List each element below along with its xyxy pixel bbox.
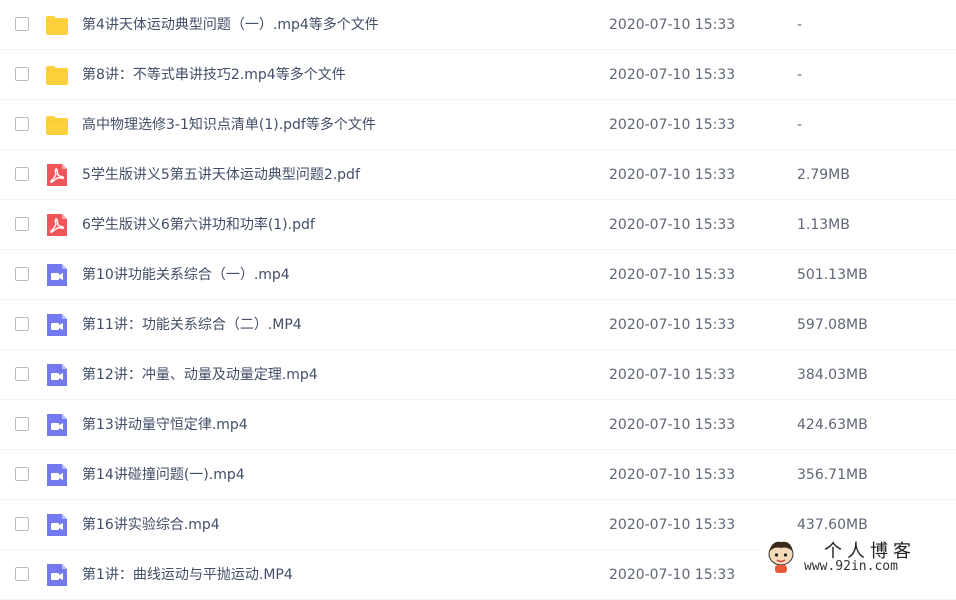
modified-time: 2020-07-10 15:33 xyxy=(609,417,736,433)
file-row[interactable]: 高中物理选修3-1知识点清单(1).pdf等多个文件 2020-07-10 15:… xyxy=(0,100,956,150)
file-name-link[interactable]: 第14讲碰撞问题(一).mp4 xyxy=(82,450,245,500)
pdf-file-icon xyxy=(45,163,69,187)
modified-time: 2020-07-10 15:33 xyxy=(609,267,736,283)
file-row[interactable]: 6学生版讲义6第六讲功和功率(1).pdf 2020-07-10 15:33 1.1… xyxy=(0,200,956,250)
file-size: 424.63MB xyxy=(797,417,868,433)
folder-icon xyxy=(45,113,69,137)
file-name-link[interactable]: 第12讲：冲量、动量及动量定理.mp4 xyxy=(82,350,318,400)
modified-time: 2020-07-10 15:33 xyxy=(609,167,736,183)
file-size: 597.08MB xyxy=(797,317,868,333)
file-size: 501.13MB xyxy=(797,267,868,283)
file-row[interactable]: 第13讲动量守恒定律.mp4 2020-07-10 15:33 424.63MB xyxy=(0,400,956,450)
file-row[interactable]: 第11讲：功能关系综合（二）.MP4 2020-07-10 15:33 597.08… xyxy=(0,300,956,350)
select-checkbox[interactable] xyxy=(15,467,29,481)
folder-icon xyxy=(45,63,69,87)
select-checkbox[interactable] xyxy=(15,417,29,431)
file-name-link[interactable]: 5学生版讲义5第五讲天体运动典型问题2.pdf xyxy=(82,150,360,200)
select-checkbox[interactable] xyxy=(15,117,29,131)
select-checkbox[interactable] xyxy=(15,267,29,281)
select-checkbox[interactable] xyxy=(15,317,29,331)
select-checkbox[interactable] xyxy=(15,367,29,381)
file-name-link[interactable]: 第8讲：不等式串讲技巧2.mp4等多个文件 xyxy=(82,50,346,100)
select-checkbox[interactable] xyxy=(15,517,29,531)
pdf-file-icon xyxy=(45,213,69,237)
file-size: 2.79MB xyxy=(797,167,850,183)
file-size: 356.71MB xyxy=(797,467,868,483)
file-row[interactable]: 第8讲：不等式串讲技巧2.mp4等多个文件 2020-07-10 15:33 - xyxy=(0,50,956,100)
modified-time: 2020-07-10 15:33 xyxy=(609,17,736,33)
file-name-link[interactable]: 第16讲实验综合.mp4 xyxy=(82,500,220,550)
select-checkbox[interactable] xyxy=(15,567,29,581)
file-size: - xyxy=(797,117,803,133)
video-file-icon xyxy=(45,363,69,387)
select-checkbox[interactable] xyxy=(15,67,29,81)
file-size: 384.03MB xyxy=(797,367,868,383)
file-row[interactable]: 第14讲碰撞问题(一).mp4 2020-07-10 15:33 356.71MB xyxy=(0,450,956,500)
modified-time: 2020-07-10 15:33 xyxy=(609,117,736,133)
file-list: 第4讲天体运动典型问题（一）.mp4等多个文件 2020-07-10 15:33 -… xyxy=(0,0,956,600)
modified-time: 2020-07-10 15:33 xyxy=(609,467,736,483)
select-checkbox[interactable] xyxy=(15,17,29,31)
modified-time: 2020-07-10 15:33 xyxy=(609,567,736,583)
select-checkbox[interactable] xyxy=(15,217,29,231)
file-row[interactable]: 第12讲：冲量、动量及动量定理.mp4 2020-07-10 15:33 384.0… xyxy=(0,350,956,400)
file-name-link[interactable]: 第10讲功能关系综合（一）.mp4 xyxy=(82,250,290,300)
file-name-link[interactable]: 第1讲：曲线运动与平抛运动.MP4 xyxy=(82,550,293,600)
video-file-icon xyxy=(45,413,69,437)
file-size: - xyxy=(797,17,803,33)
site-watermark: 个人博客 www.92in.com xyxy=(760,536,956,578)
folder-icon xyxy=(45,13,69,37)
modified-time: 2020-07-10 15:33 xyxy=(609,317,736,333)
modified-time: 2020-07-10 15:33 xyxy=(609,67,736,83)
file-name-link[interactable]: 第11讲：功能关系综合（二）.MP4 xyxy=(82,300,302,350)
file-size: 1.13MB xyxy=(797,217,850,233)
file-row[interactable]: 第4讲天体运动典型问题（一）.mp4等多个文件 2020-07-10 15:33 - xyxy=(0,0,956,50)
video-file-icon xyxy=(45,313,69,337)
file-name-link[interactable]: 高中物理选修3-1知识点清单(1).pdf等多个文件 xyxy=(82,100,376,150)
modified-time: 2020-07-10 15:33 xyxy=(609,217,736,233)
file-name-link[interactable]: 第4讲天体运动典型问题（一）.mp4等多个文件 xyxy=(82,0,379,50)
cartoon-avatar-logo xyxy=(768,541,794,573)
video-file-icon xyxy=(45,263,69,287)
modified-time: 2020-07-10 15:33 xyxy=(609,367,736,383)
file-name-link[interactable]: 第13讲动量守恒定律.mp4 xyxy=(82,400,248,450)
file-name-link[interactable]: 6学生版讲义6第六讲功和功率(1).pdf xyxy=(82,200,315,250)
watermark-url: www.92in.com xyxy=(804,559,898,574)
video-file-icon xyxy=(45,563,69,587)
video-file-icon xyxy=(45,513,69,537)
file-size: - xyxy=(797,67,803,83)
select-checkbox[interactable] xyxy=(15,167,29,181)
video-file-icon xyxy=(45,463,69,487)
modified-time: 2020-07-10 15:33 xyxy=(609,517,736,533)
file-row[interactable]: 5学生版讲义5第五讲天体运动典型问题2.pdf 2020-07-10 15:33 2… xyxy=(0,150,956,200)
file-row[interactable]: 第10讲功能关系综合（一）.mp4 2020-07-10 15:33 501.13M… xyxy=(0,250,956,300)
